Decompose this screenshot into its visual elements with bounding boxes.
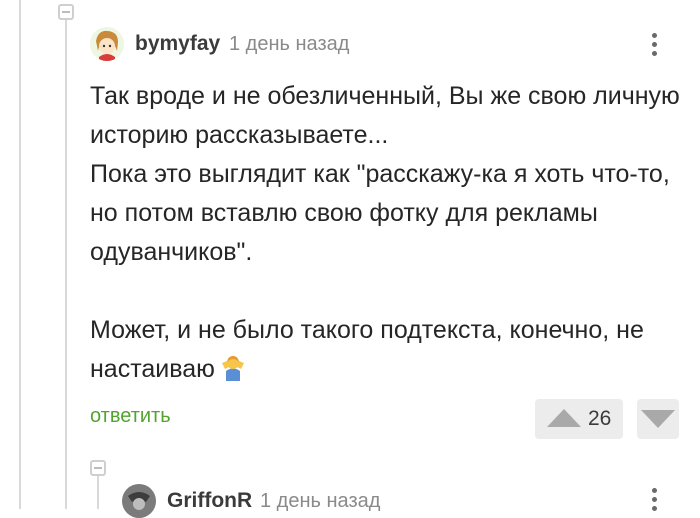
- upvote-arrow-icon[interactable]: [547, 409, 581, 427]
- comment-paragraph: Пока это выглядит как "расскажу-ка я хот…: [90, 160, 670, 266]
- reply-button[interactable]: ответить: [90, 405, 171, 428]
- reply-thread-line: [97, 476, 99, 509]
- comment-paragraph-text: Может, и не было такого подтекста, конеч…: [90, 316, 644, 383]
- comment-timestamp[interactable]: 1 день назад: [229, 33, 349, 56]
- comment-body: Так вроде и не обезличенный, Вы же свою …: [90, 77, 690, 389]
- comment-thread-line: [65, 20, 67, 509]
- downvote-arrow-icon[interactable]: [641, 410, 675, 428]
- avatar[interactable]: [90, 27, 124, 61]
- comment-paragraph: Так вроде и не обезличенный, Вы же свою …: [90, 82, 680, 149]
- downvote-button[interactable]: [637, 399, 679, 439]
- reply-timestamp[interactable]: 1 день назад: [260, 490, 380, 513]
- rating-count: 26: [588, 407, 612, 430]
- more-vertical-icon[interactable]: [650, 33, 658, 60]
- collapse-reply-button[interactable]: [90, 460, 106, 476]
- comment-blank-line: [90, 272, 690, 311]
- comment-username[interactable]: bymyfay: [135, 32, 220, 56]
- reply-avatar[interactable]: [122, 484, 156, 518]
- reply-username[interactable]: GriffonR: [167, 489, 252, 513]
- parent-thread-line: [19, 0, 21, 509]
- upvote-box[interactable]: 26: [535, 399, 623, 439]
- reply-more-vertical-icon[interactable]: [650, 488, 658, 515]
- person-shrugging-emoji: [221, 356, 244, 381]
- comment-branch-line: [65, 20, 87, 44]
- comment-paragraph: Может, и не было такого подтекста, конеч…: [90, 311, 690, 389]
- collapse-thread-button[interactable]: [58, 4, 74, 20]
